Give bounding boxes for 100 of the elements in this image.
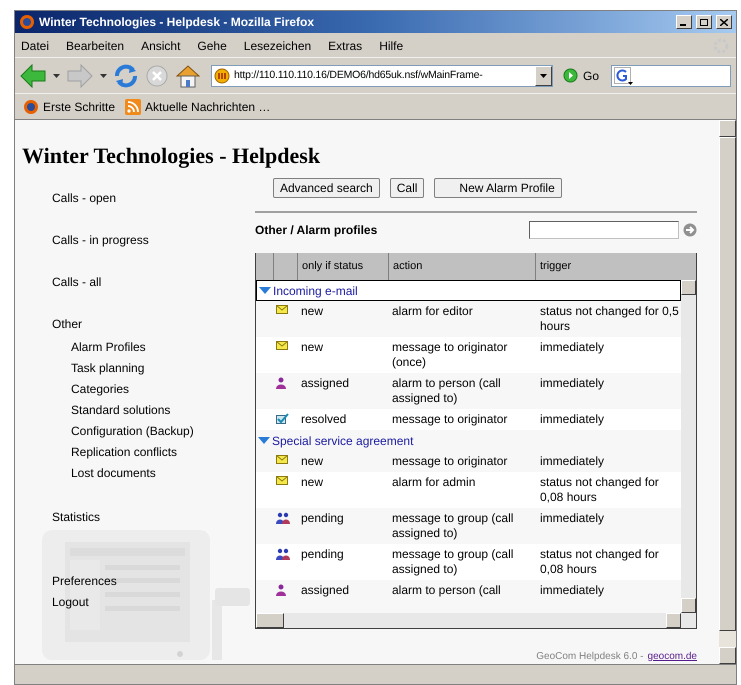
table-cell-text: status not changed for 0,08 hours (540, 547, 660, 577)
table-cell-text: assigned (300, 583, 350, 598)
minimize-button[interactable] (676, 15, 692, 29)
menu-item[interactable]: Bearbeiten (66, 37, 124, 55)
menu-item[interactable]: Extras (328, 37, 362, 55)
table-cell-text: alarm to person (call (392, 583, 502, 598)
envelope-icon (276, 476, 288, 485)
close-button[interactable] (716, 15, 732, 29)
firefox-icon (19, 14, 35, 30)
search-field[interactable] (611, 64, 732, 86)
table-cell-text: immediately (540, 511, 606, 527)
table-cell-text: message to originator (392, 412, 508, 427)
nav-link[interactable]: Logout (52, 594, 255, 611)
nav-link[interactable]: Other (52, 316, 255, 333)
nav-link[interactable]: Statistics (52, 509, 255, 526)
envelope-icon (276, 305, 288, 314)
people-icon (276, 512, 290, 524)
nav-link[interactable]: Configuration (Backup) (71, 421, 255, 442)
table-cell-text: alarm to person (call assigned to) (392, 376, 502, 406)
column-header[interactable]: trigger (536, 253, 696, 280)
page-scrollbar[interactable] (719, 120, 736, 664)
table-cell-text: immediately (540, 454, 606, 469)
caret-icon[interactable] (53, 74, 60, 78)
rss-icon (125, 98, 142, 114)
nav-link[interactable]: Calls - all (52, 274, 255, 291)
dropdown-button[interactable] (535, 66, 552, 86)
nav-link[interactable]: Calls - open (52, 190, 255, 207)
search-field[interactable] (529, 221, 679, 239)
collapse-icon[interactable] (258, 436, 270, 444)
table-cell-text: alarm for admin (392, 475, 476, 491)
firefox-icon (23, 98, 39, 114)
table-cell-text: message to originator (once) (392, 340, 508, 370)
bookmark-link[interactable]: Aktuelle Nachrichten … (145, 98, 270, 116)
nav-link[interactable]: Calls - in progress (52, 232, 255, 249)
nav-link[interactable]: Preferences (52, 573, 255, 590)
maximize-button[interactable] (696, 15, 712, 29)
menu-item[interactable]: Ansicht (141, 37, 180, 55)
table-cell-text: immediately (540, 412, 606, 427)
table-cell-text: alarm for editor (392, 304, 474, 320)
table-cell-text: pending (300, 547, 345, 563)
footer-text: GeoCom Helpdesk 6.0 - (536, 650, 644, 664)
go-button[interactable]: Go (563, 66, 600, 84)
table-cell-text: pending (300, 511, 345, 527)
toolbar-button[interactable]: New Alarm Profile (434, 178, 562, 198)
nav-link[interactable]: Task planning (71, 358, 255, 379)
nav-link[interactable]: Lost documents (71, 463, 255, 484)
page-heading: Winter Technologies - Helpdesk (22, 142, 322, 170)
menu-item[interactable]: Lesezeichen (244, 37, 312, 55)
table-cell-text: status not changed for 0,5 hours (540, 304, 680, 334)
caret-icon[interactable] (100, 74, 107, 78)
checkmark-icon (276, 413, 289, 424)
envelope-icon (276, 455, 288, 464)
menu-item[interactable]: Hilfe (379, 37, 404, 55)
table-row[interactable]: new alarm for admin status not changed for 0,08 hours (256, 472, 681, 508)
table-cell-text: immediately (540, 583, 606, 598)
table-cell-text: new (300, 475, 324, 491)
play-icon (563, 68, 578, 83)
window-title: Winter Technologies - Helpdesk - Mozilla Firefox (39, 14, 316, 31)
table-cell-text: resolved (300, 412, 348, 427)
table-cell-text: new (300, 340, 324, 356)
person-icon (276, 584, 286, 596)
nav-link[interactable]: Standard solutions (71, 400, 255, 421)
scrollbar[interactable] (681, 280, 696, 613)
table-cell-text: assigned (300, 376, 350, 392)
table-cell-text: new (300, 454, 324, 469)
table-cell-text: new (300, 304, 324, 320)
group-row[interactable]: Special service agreement (256, 430, 681, 451)
back-icon[interactable] (19, 62, 47, 88)
home-icon[interactable] (175, 62, 201, 88)
site-icon (214, 68, 230, 84)
search-engine-icon (614, 66, 634, 84)
table-cell-text: immediately (540, 340, 606, 356)
people-icon (276, 548, 290, 560)
menu-item[interactable]: Gehe (197, 37, 227, 55)
horizontal-scrollbar[interactable] (256, 613, 696, 628)
person-icon (276, 377, 286, 389)
bookmark-link[interactable]: Erste Schritte (43, 98, 116, 116)
address-field[interactable]: http://110.110.110.16/DEMO6/hd65uk.nsf/wMainFrame- (211, 64, 553, 86)
nav-link[interactable]: Alarm Profiles (71, 337, 255, 358)
table-cell-text: immediately (540, 376, 606, 392)
nav-link[interactable]: Replication conflicts (71, 442, 255, 463)
footer-link[interactable]: geocom.de (648, 649, 697, 664)
toolbar-button[interactable]: Call (390, 178, 424, 198)
table-row[interactable]: pending message to group (call assigned to) status not changed for 0,08 hours (256, 544, 681, 580)
toolbar-button[interactable]: Advanced search (273, 178, 380, 198)
group-row[interactable]: Incoming e-mail (256, 280, 681, 301)
collapse-icon[interactable] (259, 286, 271, 294)
caret-icon[interactable] (540, 74, 547, 78)
table-cell-text: message to originator (392, 454, 508, 469)
maximize-icon (700, 18, 708, 26)
reload-icon[interactable] (113, 62, 139, 88)
table-cell-text: message to group (call assigned to) (392, 547, 514, 577)
menu-item[interactable]: Datei (21, 37, 50, 55)
nav-link[interactable]: Categories (71, 379, 255, 400)
table-row[interactable]: resolved message to originator immediately (256, 409, 681, 430)
table-row[interactable]: new message to originator (once) immediately (256, 337, 681, 373)
table-cell-text: message to group (call assigned to) (392, 511, 514, 541)
close-icon (720, 18, 728, 26)
breadcrumb: Other / Alarm profiles (255, 222, 378, 239)
arrow-icon[interactable] (683, 223, 697, 237)
